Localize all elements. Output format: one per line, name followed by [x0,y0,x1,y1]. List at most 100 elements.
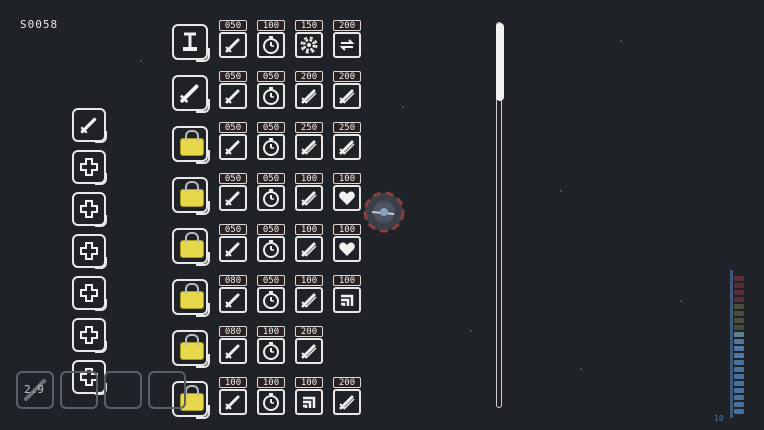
gauge-segment [734,409,744,414]
gauge-segment [734,402,744,407]
double-sword-icon [295,83,323,109]
gauge-segment [734,332,744,337]
equip-slot-1[interactable] [72,108,107,143]
weapon-slot[interactable] [172,75,210,113]
ability-slot-1[interactable]: 2.9 [16,371,54,409]
upgrade-button[interactable]: 100 [295,377,323,415]
upgrade-button[interactable]: 050 [257,173,285,211]
upgrade-price: 200 [295,71,323,82]
locked-weapon-slot[interactable] [172,228,210,266]
upgrade-button[interactable]: 080 [219,275,247,313]
enemy-ship [358,186,410,238]
upgrade-button[interactable]: 200 [333,71,361,109]
upgrade-button[interactable]: 100 [295,224,323,262]
gauge-segment [734,318,744,323]
lock-icon [180,232,204,258]
upgrade-button[interactable]: 100 [333,275,361,313]
equip-slot-6[interactable] [72,318,107,353]
upgrade-price: 050 [219,173,247,184]
sword-icon [219,287,247,313]
double-sword-icon [333,134,361,160]
upgrade-button[interactable]: 100 [295,173,323,211]
heart-icon [333,236,361,262]
background-star [580,368,582,370]
upgrade-button[interactable]: 050 [219,122,247,160]
upgrade-price: 050 [219,224,247,235]
upgrade-price: 050 [257,275,285,286]
upgrade-button[interactable]: 100 [295,275,323,313]
locked-weapon-slot[interactable] [172,126,210,164]
locked-weapon-slot[interactable] [172,177,210,215]
equip-slot-3[interactable] [72,192,107,227]
gauge-segment [734,381,744,386]
upgrade-button[interactable]: 100 [333,224,361,262]
gauge-segment [734,395,744,400]
gauge-segment [734,339,744,344]
locked-weapon-slot[interactable] [172,279,210,317]
upgrade-price: 100 [257,326,285,337]
equip-slot-4[interactable] [72,234,107,269]
double-sword-icon [295,134,323,160]
upgrade-button[interactable]: 050 [257,71,285,109]
ability-slot-4[interactable] [148,371,186,409]
clock-icon [257,134,285,160]
upgrade-button[interactable]: 200 [295,71,323,109]
ability-slot-2[interactable] [60,371,98,409]
upgrade-button[interactable]: 100 [257,20,285,58]
equip-slot-5[interactable] [72,276,107,311]
gauge-rail [730,270,733,418]
upgrade-button[interactable]: 100 [333,173,361,211]
clock-icon [257,236,285,262]
upgrade-button[interactable]: 050 [219,224,247,262]
gauge-segment [734,374,744,379]
weapon-slot[interactable] [172,24,210,62]
upgrade-button[interactable]: 200 [295,326,323,364]
gauge-segment [734,325,744,330]
locked-weapon-slot[interactable] [172,330,210,368]
upgrade-price: 100 [257,377,285,388]
ability-slot-3[interactable] [104,371,142,409]
upgrade-button[interactable]: 050 [219,20,247,58]
gauge-segment [734,276,744,281]
lock-icon [180,181,204,207]
upgrade-price: 050 [257,173,285,184]
gauge-label: 10 [714,414,724,423]
upgrade-price: 100 [295,275,323,286]
upgrade-button[interactable]: 050 [257,275,285,313]
clock-icon [257,83,285,109]
upgrade-button[interactable]: 080 [219,326,247,364]
clock-icon [257,185,285,211]
upgrade-price: 100 [295,173,323,184]
upgrade-button[interactable]: 050 [219,71,247,109]
gear-icon [295,32,323,58]
upgrade-button[interactable]: 050 [257,224,285,262]
upgrade-scrollbar[interactable] [496,22,504,408]
upgrade-button[interactable]: 100 [257,377,285,415]
gauge-segment [734,353,744,358]
upgrade-button[interactable]: 100 [219,377,247,415]
upgrade-button[interactable]: 050 [219,173,247,211]
upgrade-button[interactable]: 200 [333,377,361,415]
upgrade-price: 150 [295,20,323,31]
background-star [470,330,472,332]
upgrade-price: 100 [257,20,285,31]
upgrade-price: 050 [219,71,247,82]
background-star [620,40,622,42]
clock-icon [257,32,285,58]
upgrade-button[interactable]: 050 [257,122,285,160]
background-star [140,60,142,62]
upgrade-price: 250 [295,122,323,133]
upgrade-price: 050 [257,224,285,235]
upgrade-button[interactable]: 200 [333,20,361,58]
upgrade-button[interactable]: 250 [333,122,361,160]
equip-slot-2[interactable] [72,150,107,185]
upgrade-price: 100 [333,224,361,235]
upgrade-price: 100 [295,224,323,235]
upgrade-button[interactable]: 150 [295,20,323,58]
scrollbar-thumb[interactable] [496,23,504,101]
double-sword-icon [295,185,323,211]
upgrade-button[interactable]: 250 [295,122,323,160]
upgrade-price: 050 [219,122,247,133]
upgrade-button[interactable]: 100 [257,326,285,364]
gauge-segment [734,360,744,365]
